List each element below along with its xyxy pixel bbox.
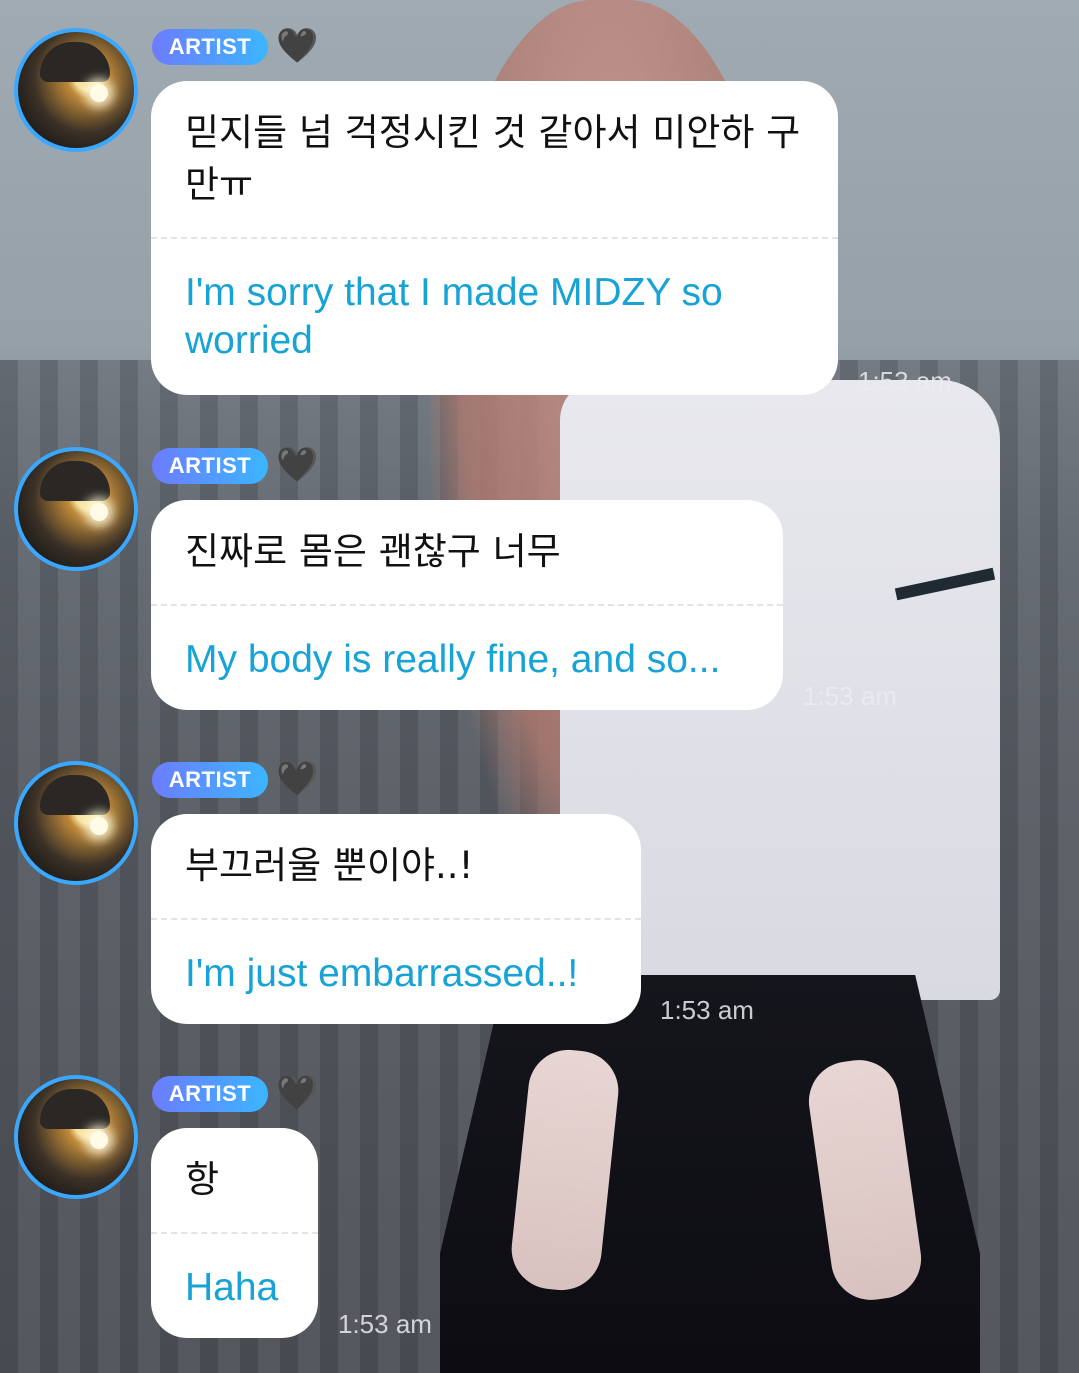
message-timestamp: 1:53 am bbox=[803, 681, 897, 711]
avatar-flash bbox=[90, 84, 108, 102]
black-heart-icon: 🖤 bbox=[276, 26, 319, 66]
message-timestamp: 1:53 am bbox=[660, 995, 754, 1025]
translated-text: I'm just embarrassed..! bbox=[185, 952, 579, 995]
avatar-cap bbox=[40, 775, 110, 815]
avatar-cap bbox=[40, 42, 110, 82]
avatar-cap bbox=[40, 461, 110, 501]
translated-text: Haha bbox=[185, 1266, 279, 1309]
avatar-flash bbox=[90, 817, 108, 835]
message-bubble[interactable]: 믿지들 넘 걱정시킨 것 같아서 미안하 구만ㅠ I'm sorry that … bbox=[151, 81, 838, 395]
black-heart-icon: 🖤 bbox=[276, 1073, 319, 1113]
artist-avatar[interactable] bbox=[14, 28, 138, 152]
artist-avatar[interactable] bbox=[14, 447, 138, 571]
artist-badge: ARTIST bbox=[152, 1076, 268, 1112]
original-text: 믿지들 넘 걱정시킨 것 같아서 미안하 구만ㅠ bbox=[185, 111, 801, 206]
translated-text: My body is really fine, and so... bbox=[185, 638, 721, 681]
original-text: 진짜로 몸은 괜찮구 너무 bbox=[185, 530, 561, 573]
message-bubble[interactable]: 항 Haha bbox=[151, 1128, 318, 1338]
message-bubble[interactable]: 진짜로 몸은 괜찮구 너무 My body is really fine, an… bbox=[151, 500, 783, 710]
translated-text: I'm sorry that I made MIDZY so worried bbox=[185, 271, 723, 362]
original-text: 항 bbox=[185, 1158, 220, 1201]
artist-badge: ARTIST bbox=[152, 448, 268, 484]
artist-avatar[interactable] bbox=[14, 761, 138, 885]
avatar-cap bbox=[40, 1089, 110, 1129]
message-bubble[interactable]: 부끄러울 뿐이야..! I'm just embarrassed..! bbox=[151, 814, 641, 1024]
original-text: 부끄러울 뿐이야..! bbox=[185, 844, 474, 887]
message-timestamp: 1:53 am bbox=[858, 366, 952, 396]
artist-avatar[interactable] bbox=[14, 1075, 138, 1199]
artist-badge: ARTIST bbox=[152, 29, 268, 65]
black-heart-icon: 🖤 bbox=[276, 759, 319, 799]
black-heart-icon: 🖤 bbox=[276, 445, 319, 485]
message-timestamp: 1:53 am bbox=[338, 1309, 432, 1339]
avatar-flash bbox=[90, 1131, 108, 1149]
avatar-flash bbox=[90, 503, 108, 521]
artist-badge: ARTIST bbox=[152, 762, 268, 798]
